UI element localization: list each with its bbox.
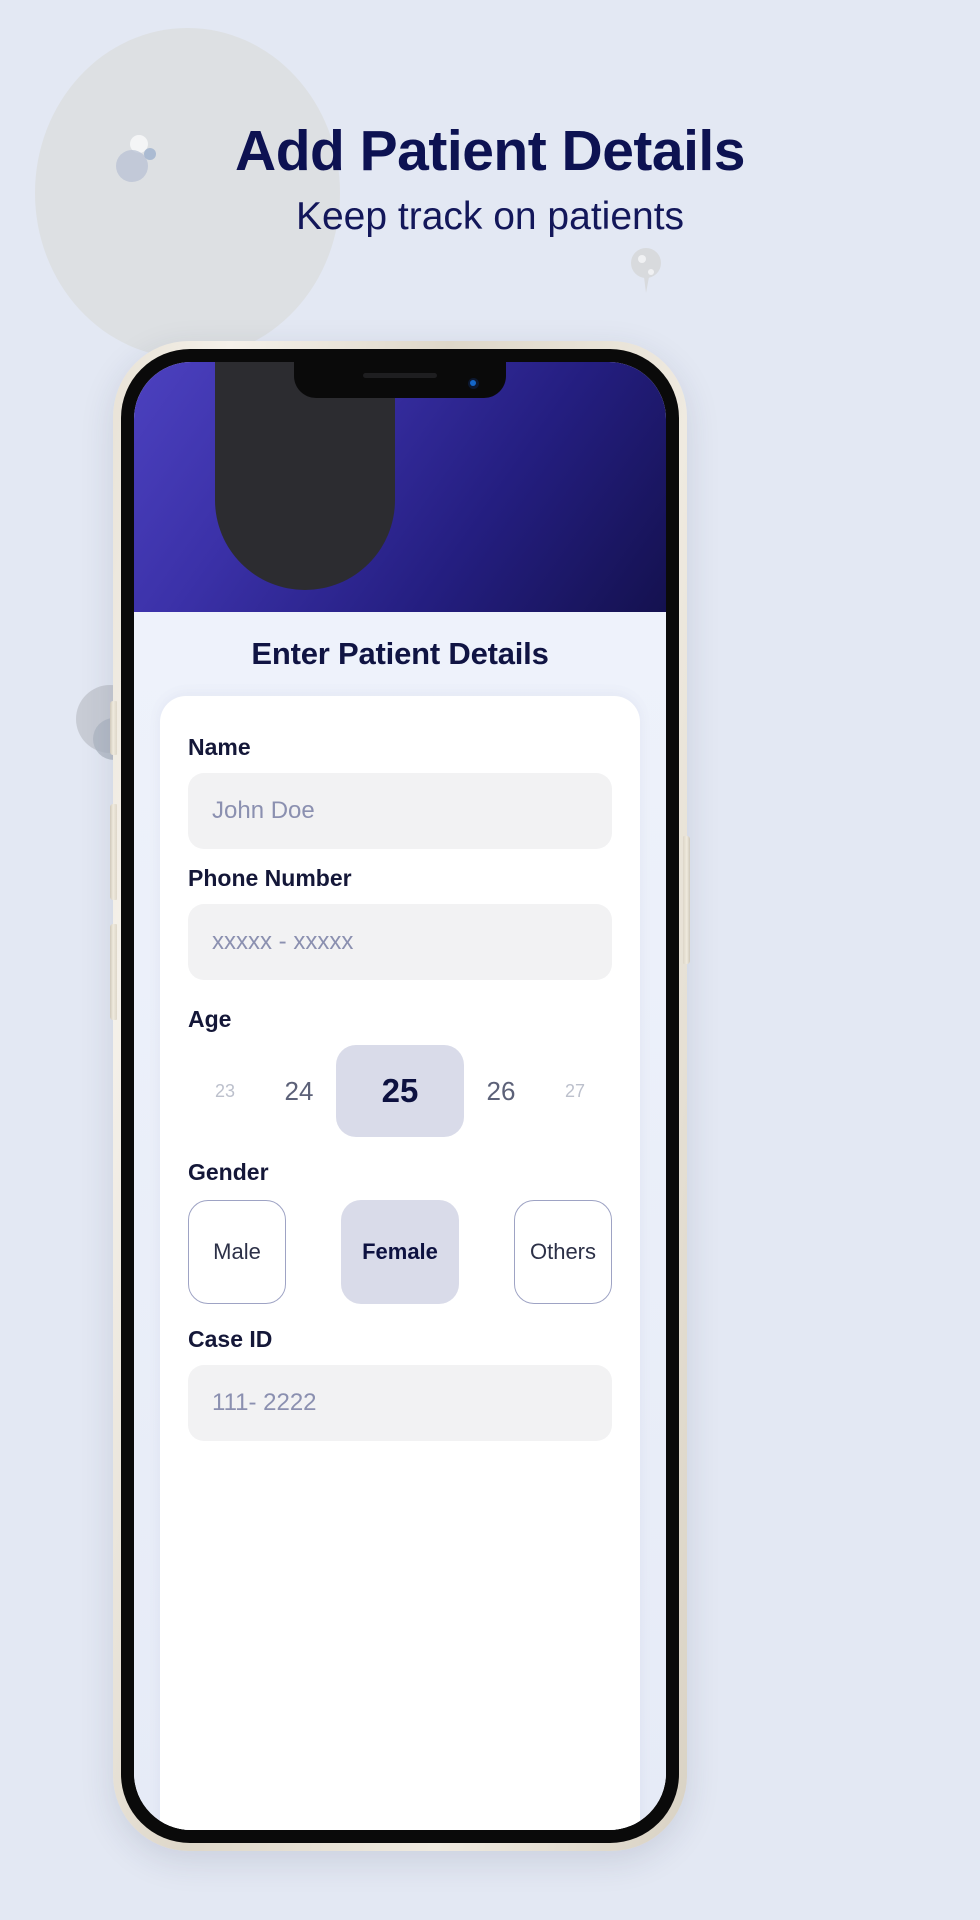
- name-input[interactable]: John Doe: [188, 773, 612, 849]
- age-option-23[interactable]: 23: [188, 1081, 262, 1102]
- app-body: Enter Patient Details Name John Doe Phon…: [134, 612, 666, 1830]
- volume-up-button[interactable]: [110, 804, 117, 900]
- phone-number-label: Phone Number: [188, 865, 352, 891]
- phone-frame: Enter Patient Details Name John Doe Phon…: [121, 349, 679, 1843]
- age-option-25-selected[interactable]: 25: [336, 1045, 464, 1137]
- age-label: Age: [188, 1006, 232, 1032]
- gender-option-others[interactable]: Others: [514, 1200, 612, 1304]
- phone-screen: Enter Patient Details Name John Doe Phon…: [134, 362, 666, 1830]
- phone-mockup: Enter Patient Details Name John Doe Phon…: [110, 341, 690, 1851]
- phone-number-input[interactable]: xxxxx - xxxxx: [188, 904, 612, 980]
- decor-circle-large: [35, 28, 340, 358]
- gender-option-female-selected[interactable]: Female: [341, 1200, 459, 1304]
- gender-options: Male Female Others: [188, 1200, 612, 1304]
- earpiece-speaker: [363, 373, 437, 378]
- case-id-input[interactable]: 111- 2222: [188, 1365, 612, 1441]
- field-name: Name John Doe: [188, 734, 612, 849]
- case-id-placeholder: 111- 2222: [212, 1389, 317, 1416]
- front-camera-icon: [468, 378, 479, 389]
- name-label: Name: [188, 734, 251, 760]
- name-placeholder: John Doe: [212, 797, 315, 824]
- page-subtitle: Keep track on patients: [295, 195, 685, 238]
- mute-switch[interactable]: [110, 701, 117, 755]
- gender-label: Gender: [188, 1159, 269, 1185]
- age-option-24[interactable]: 24: [262, 1076, 336, 1107]
- age-option-26[interactable]: 26: [464, 1076, 538, 1107]
- age-picker[interactable]: 23 24 25 26 27: [188, 1045, 612, 1137]
- field-age: Age 23 24 25 26 27: [188, 1006, 612, 1137]
- notch: [294, 362, 506, 398]
- phone-number-placeholder: xxxxx - xxxxx: [212, 928, 354, 955]
- patient-form-card: Name John Doe Phone Number xxxxx - xxxxx: [160, 696, 640, 1830]
- case-id-label: Case ID: [188, 1326, 273, 1352]
- field-case-id: Case ID 111- 2222: [188, 1326, 612, 1441]
- gender-option-male[interactable]: Male: [188, 1200, 286, 1304]
- age-option-27[interactable]: 27: [538, 1081, 612, 1102]
- power-button[interactable]: [683, 836, 690, 964]
- screen-title: Enter Patient Details: [251, 636, 549, 671]
- page-title: Add Patient Details: [235, 119, 745, 183]
- volume-down-button[interactable]: [110, 924, 117, 1020]
- bubble-icon: [625, 245, 667, 301]
- app-header-banner: [134, 362, 666, 612]
- field-gender: Gender Male Female Others: [188, 1159, 612, 1304]
- field-phone-number: Phone Number xxxxx - xxxxx: [188, 865, 612, 980]
